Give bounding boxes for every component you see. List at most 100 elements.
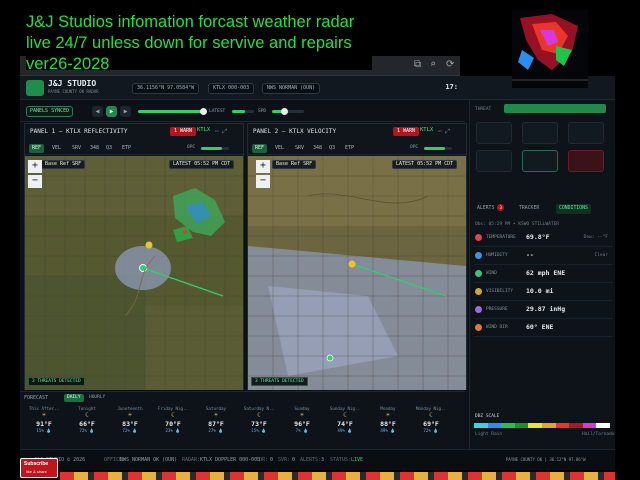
panel-1-title: PANEL 1 — KTLX REFLECTIVITY [30, 128, 128, 135]
day-rain: 15% 💧 [36, 428, 52, 433]
panel-2-site[interactable]: KTLX [420, 127, 433, 133]
condition-key: WIND [486, 271, 497, 276]
play-button[interactable]: ▶ [106, 106, 117, 117]
clock: 17: [445, 83, 458, 91]
tab-alerts[interactable]: ALERTS 3 [474, 204, 507, 214]
panel-1-timestamp: LATEST 05:52 PM CDT [169, 160, 235, 169]
step-forward-button[interactable]: ▶ [120, 106, 131, 117]
sidebar-tabs: ALERTS 3 TRACKER CONDITIONS [472, 204, 612, 215]
day-temp: 66°F [79, 420, 95, 428]
day-rain: 72% 💧 [79, 428, 95, 433]
product-q3[interactable]: Q3 [326, 144, 338, 153]
panel-1-site[interactable]: KTLX [197, 127, 210, 133]
tool-button-3[interactable] [568, 122, 604, 144]
day-rain: 49% 💧 [337, 428, 353, 433]
speed-slider[interactable] [272, 108, 304, 115]
condition-key: HUMIDITY [486, 253, 508, 258]
panel-1-zoom-out-button[interactable]: − [28, 175, 42, 188]
forecast-day[interactable]: Tonight ☾ 66°F 72% 💧 [69, 406, 105, 446]
tab-tracker[interactable]: TRACKER [516, 204, 542, 214]
day-temp: 87°F [208, 420, 224, 428]
tool-button-5[interactable] [522, 150, 558, 172]
forecast-tab-hourly[interactable]: HOURLY [86, 394, 108, 402]
refresh-icon[interactable]: ⟳ [446, 60, 456, 70]
panel-1-radar-map[interactable]: Base Ref SRF LATEST 05:52 PM CDT + − 3 T… [25, 156, 243, 390]
eye-icon [475, 288, 482, 295]
product-ref[interactable]: REF [29, 144, 45, 153]
bottom-decor-strip [60, 472, 615, 480]
extension-icon[interactable]: ⧉ [414, 60, 424, 70]
panel-2-warn-badge[interactable]: 1 WARN [393, 127, 420, 136]
alerts-label: ALERTS: [300, 457, 322, 463]
tool-button-1[interactable] [476, 122, 512, 144]
search-icon[interactable]: ⌕ [430, 60, 440, 70]
radar-panel-1: PANEL 1 — KTLX REFLECTIVITY 1 WARN KTLX … [24, 123, 244, 390]
caption-line-1: J&J Studios infomation forcast weather r… [26, 13, 355, 31]
forecast-day[interactable]: Sunday ☀ 96°F 7% 💧 [284, 406, 320, 446]
condition-humidity: HUMIDITY -- Clear [474, 248, 612, 265]
wind-icon [475, 270, 482, 277]
radar-app: J&J STUDIO PAYNE COUNTY OK RADAR 36.1156… [20, 76, 615, 470]
product-q3[interactable]: Q3 [103, 144, 115, 153]
step-back-button[interactable]: ◀ [92, 106, 103, 117]
tool-button-4[interactable] [476, 150, 512, 172]
sun-icon: ☀ [127, 411, 133, 419]
svr-label: SVR: [278, 457, 291, 463]
panel-2-map-image [248, 156, 466, 390]
moon-icon: ☾ [170, 411, 176, 419]
subscribe-badge[interactable]: Subscribe like & share [20, 458, 58, 478]
location-selector[interactable]: NWS NORMAN (OUN) [262, 83, 321, 94]
scale-title: DBZ SCALE [475, 414, 500, 419]
forecast-day[interactable]: Saturday N.. ☾ 73°F 15% 💧 [241, 406, 277, 446]
product-etp[interactable]: ETP [342, 144, 357, 153]
forecast-day[interactable]: Friday Nig.. ☾ 70°F 23% 💧 [155, 406, 191, 446]
brand-subtitle: PAYNE COUNTY OK RADAR [48, 89, 99, 94]
tab-conditions[interactable]: CONDITIONS [556, 204, 591, 214]
subscribe-text: Subscribe [24, 461, 49, 467]
panel-1-opacity-slider[interactable] [201, 147, 229, 150]
panel-2-radar-map[interactable]: Base Ref SRF LATEST 05:52 PM CDT + − 3 T… [248, 156, 466, 390]
forecast-tab-daily[interactable]: DAILY [64, 394, 84, 402]
condition-value: 10.0 mi [526, 287, 554, 295]
panel-2-zoom-out-button[interactable]: − [256, 175, 270, 188]
opacity-slider[interactable] [232, 110, 254, 113]
forecast-label: FORECAST [24, 395, 49, 401]
product-348[interactable]: 348 [310, 144, 325, 153]
product-srv[interactable]: SRV [292, 144, 307, 153]
tor-label: TOR: [256, 457, 269, 463]
product-348[interactable]: 348 [87, 144, 102, 153]
panel-2-opacity-slider[interactable] [424, 147, 452, 150]
panel-1-warn-badge[interactable]: 1 WARN [170, 127, 197, 136]
tab-alerts-label: ALERTS [477, 206, 495, 211]
mini-radar-thumbnail [512, 10, 588, 88]
forecast-day[interactable]: This After.. ☀ 91°F 15% 💧 [26, 406, 62, 446]
day-rain: 7% 💧 [295, 428, 309, 433]
panel-2-layer-badge[interactable]: Base Ref SRF [272, 160, 317, 169]
sun-icon: ☀ [41, 411, 47, 419]
panel-1-threats-badge[interactable]: 3 THREATS DETECTED [28, 377, 85, 386]
product-etp[interactable]: ETP [119, 144, 134, 153]
forecast-day[interactable]: Juneteenth ☀ 83°F 72% 💧 [112, 406, 148, 446]
panel-2-zoom-in-button[interactable]: + [256, 160, 270, 173]
panel-1-layer-badge[interactable]: Base Ref SRF [41, 160, 86, 169]
tool-button-6[interactable] [568, 150, 604, 172]
timeline-slider[interactable] [138, 108, 207, 115]
product-srv[interactable]: SRV [69, 144, 84, 153]
panel-1-menu-icon[interactable]: ⋯ ⤢ [215, 128, 227, 136]
forecast-day[interactable]: Saturday ☀ 87°F 27% 💧 [198, 406, 234, 446]
forecast-day[interactable]: Sunday Nig.. ☾ 74°F 49% 💧 [327, 406, 363, 446]
product-vel[interactable]: VEL [272, 144, 287, 153]
panel-2-threats-badge[interactable]: 3 THREATS DETECTED [251, 377, 308, 386]
status-alerts: 3 [321, 457, 325, 463]
moon-icon: ☾ [342, 411, 348, 419]
product-ref[interactable]: REF [252, 144, 268, 153]
tool-button-2[interactable] [522, 122, 558, 144]
panel-2-menu-icon[interactable]: ⋯ ⤢ [438, 128, 450, 136]
product-vel[interactable]: VEL [49, 144, 64, 153]
condition-extra: Dew: --°F [583, 235, 608, 240]
scale-right-label: Hail/Tornado [582, 432, 615, 437]
forecast-day[interactable]: Monday ☀ 88°F 49% 💧 [370, 406, 406, 446]
panel-1-zoom-in-button[interactable]: + [28, 160, 42, 173]
panels-synced-button[interactable]: PANELS SYNCED [26, 106, 74, 117]
forecast-day[interactable]: Monday Nig.. ☾ 69°F 72% 💧 [413, 406, 449, 446]
